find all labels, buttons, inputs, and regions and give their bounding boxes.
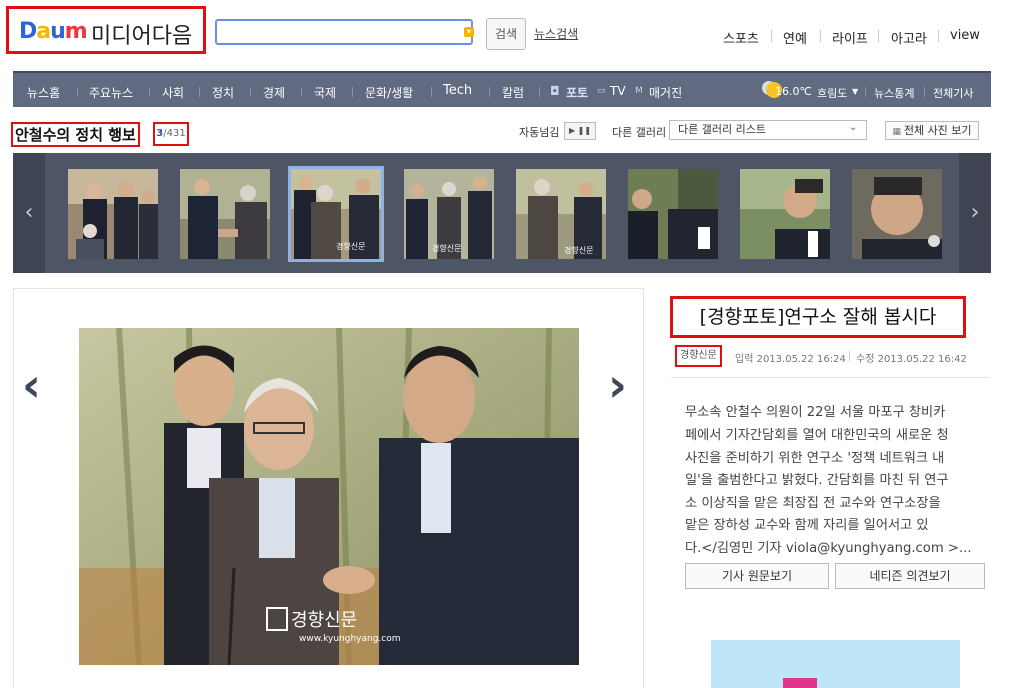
media-daum-text: 미디어다음 bbox=[91, 24, 193, 49]
article-body-line: 다.</김영민 기자 viola@kyunghyang.com >... bbox=[685, 541, 972, 556]
divider bbox=[431, 87, 432, 97]
divider bbox=[250, 87, 251, 97]
nav-photo[interactable]: 포토 bbox=[566, 84, 588, 101]
article-body-line: 소 이상직을 맡은 최장집 전 교수와 연구소장을 bbox=[685, 496, 941, 511]
previous-photo-icon[interactable]: ‹ bbox=[22, 358, 41, 412]
watermark-brand: 경향신문 bbox=[291, 610, 357, 631]
main-photo: 경향신문 www.kyunghyang.com bbox=[79, 328, 579, 665]
topnav-life[interactable]: 라이프 bbox=[832, 28, 868, 47]
next-photo-icon[interactable]: › bbox=[608, 358, 627, 412]
edit-timestamp: 수정 2013.05.22 16:42 bbox=[856, 354, 967, 365]
divider bbox=[199, 87, 200, 97]
divider bbox=[671, 377, 990, 378]
divider bbox=[149, 87, 150, 97]
input-timestamp: 입력 2013.05.22 16:24 bbox=[735, 354, 846, 365]
chevron-down-icon[interactable]: ⌄ bbox=[849, 122, 857, 133]
thumbnail[interactable] bbox=[68, 169, 158, 259]
nav-international[interactable]: 국제 bbox=[314, 84, 336, 101]
daum-logo[interactable]: Daum 미디어다음 bbox=[6, 6, 206, 54]
chevron-right-icon[interactable]: › bbox=[959, 153, 991, 273]
divider bbox=[489, 87, 490, 97]
divider bbox=[924, 87, 925, 97]
nav-tech[interactable]: Tech bbox=[443, 83, 472, 98]
watermark-url: www.kyunghyang.com bbox=[299, 634, 401, 644]
article-body-line: 무소속 안철수 의원이 22일 서울 마포구 창비카 bbox=[685, 405, 946, 420]
autoplay-label: 자동넘김 bbox=[519, 126, 560, 139]
topnav-view[interactable]: view bbox=[950, 28, 980, 43]
thumbnail-strip: ‹ › 경향신문 경향신문 경향신문 bbox=[13, 153, 991, 273]
magazine-icon: M bbox=[635, 86, 643, 96]
all-photos-label: 전체 사진 보기 bbox=[903, 124, 972, 137]
all-photos-button[interactable]: ▦ 전체 사진 보기 bbox=[885, 121, 979, 140]
svg-text:경향신문: 경향신문 bbox=[432, 243, 461, 253]
divider bbox=[865, 87, 866, 97]
article-body-line: 일'을 출범한다고 밝혔다. 간담회를 마친 뒤 연구 bbox=[685, 473, 949, 488]
dropdown-caret-icon[interactable]: ▼ bbox=[852, 87, 858, 96]
play-pause-icon[interactable]: ▶ ❚❚ bbox=[564, 122, 596, 140]
nav-politics[interactable]: 정치 bbox=[212, 84, 234, 101]
nav-top-news[interactable]: 주요뉴스 bbox=[89, 84, 133, 101]
topnav-agora[interactable]: 아고라 bbox=[891, 28, 927, 47]
article-body-line: 맡은 장하성 교수와 함께 자리를 일어서고 있 bbox=[685, 518, 929, 533]
logo-letter: u bbox=[50, 19, 66, 44]
topnav-sports[interactable]: 스포츠 bbox=[723, 28, 759, 47]
thumbnail[interactable] bbox=[628, 169, 718, 259]
temperature: 16.0℃ bbox=[775, 85, 812, 98]
divider bbox=[849, 351, 850, 361]
logo-letter: m bbox=[64, 19, 88, 44]
grid-icon: ▦ bbox=[892, 127, 904, 137]
article-body-line: 사진을 준비하기 위한 연구소 '정책 네트워크 내 bbox=[685, 451, 945, 466]
search-input[interactable] bbox=[215, 19, 473, 45]
svg-text:경향신문: 경향신문 bbox=[336, 241, 365, 251]
search-button[interactable]: 검색 bbox=[486, 18, 526, 50]
svg-text:경향신문: 경향신문 bbox=[564, 245, 593, 255]
all-articles-link[interactable]: 전체기사 bbox=[933, 85, 973, 101]
divider bbox=[878, 30, 879, 42]
nav-society[interactable]: 사회 bbox=[162, 84, 184, 101]
divider bbox=[77, 87, 78, 97]
divider bbox=[352, 87, 353, 97]
camera-icon: ◘ bbox=[550, 84, 560, 98]
divider bbox=[938, 30, 939, 42]
total-count: /431 bbox=[163, 128, 186, 139]
divider bbox=[820, 30, 821, 42]
nav-culture[interactable]: 문화/생활 bbox=[365, 84, 413, 101]
nav-magazine[interactable]: 매거진 bbox=[649, 84, 682, 101]
divider bbox=[301, 87, 302, 97]
article-headline: [경향포토]연구소 잘해 봅시다 bbox=[670, 296, 966, 338]
photo-counter: 3/431 bbox=[153, 122, 189, 146]
news-stats-link[interactable]: 뉴스통계 bbox=[874, 85, 914, 101]
article-body-line: 페에서 기자간담회를 열어 대한민국의 새로운 청 bbox=[685, 428, 949, 443]
weather-location[interactable]: 흐림도 bbox=[817, 85, 847, 101]
logo-letter: a bbox=[36, 19, 51, 44]
thumbnail-active[interactable]: 경향신문 bbox=[288, 166, 384, 262]
advertisement-banner[interactable] bbox=[711, 640, 960, 688]
original-article-button[interactable]: 기사 원문보기 bbox=[685, 563, 829, 589]
logo-letter: D bbox=[19, 19, 37, 44]
thumbnail[interactable] bbox=[852, 169, 942, 259]
nav-tv[interactable]: TV bbox=[610, 84, 626, 98]
nav-news-home[interactable]: 뉴스홈 bbox=[27, 84, 60, 101]
tv-icon: ▭ bbox=[597, 86, 606, 96]
thumbnail[interactable] bbox=[180, 169, 270, 259]
main-navbar: 뉴스홈 주요뉴스 사회 정치 경제 국제 문화/생활 Tech 칼럼 ◘ 포토 … bbox=[13, 71, 991, 107]
divider bbox=[539, 87, 540, 97]
gallery-select[interactable]: 다른 갤러리 리스트 bbox=[669, 120, 867, 140]
article-source[interactable]: 경향신문 bbox=[675, 345, 722, 367]
thumbnail[interactable]: 경향신문 bbox=[516, 169, 606, 259]
other-gallery-label: 다른 갤러리 bbox=[612, 126, 667, 139]
news-search-link[interactable]: 뉴스검색 bbox=[534, 25, 578, 42]
comments-button[interactable]: 네티즌 의견보기 bbox=[835, 563, 985, 589]
nav-economy[interactable]: 경제 bbox=[263, 84, 285, 101]
keyboard-icon[interactable]: ▾ bbox=[464, 27, 474, 37]
nav-column[interactable]: 칼럼 bbox=[502, 84, 524, 101]
chevron-left-icon[interactable]: ‹ bbox=[13, 153, 45, 273]
divider bbox=[771, 30, 772, 42]
topnav-entertainment[interactable]: 연예 bbox=[783, 28, 807, 47]
daum-wordmark: Daum bbox=[19, 19, 88, 44]
thumbnail[interactable] bbox=[740, 169, 830, 259]
gallery-title: 안철수의 정치 행보 bbox=[11, 122, 140, 147]
thumbnail[interactable]: 경향신문 bbox=[404, 169, 494, 259]
